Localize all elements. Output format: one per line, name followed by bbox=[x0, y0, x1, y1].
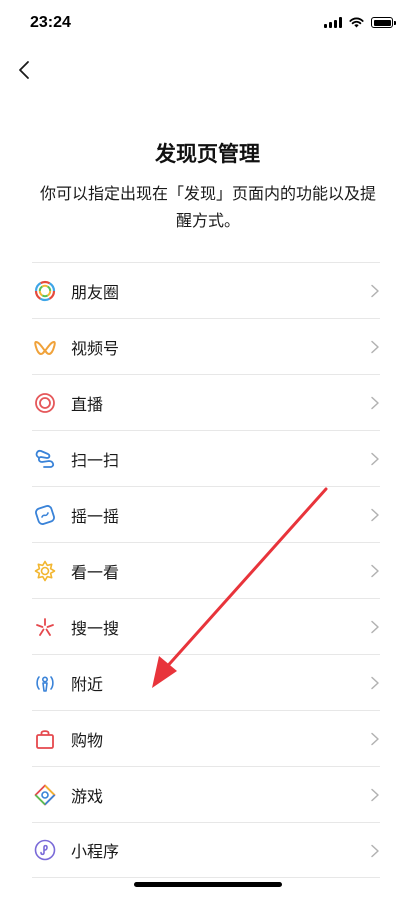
list-item-mini-programs[interactable]: 小程序 bbox=[32, 822, 380, 878]
list-item-label: 朋友圈 bbox=[71, 282, 120, 302]
list-item-moments[interactable]: 朋友圈 bbox=[32, 262, 380, 318]
search-icon bbox=[34, 616, 56, 638]
list-item-label: 搜一搜 bbox=[71, 618, 120, 638]
list-item-games[interactable]: 游戏 bbox=[32, 766, 380, 822]
list-item-channels[interactable]: 视频号 bbox=[32, 318, 380, 374]
list-item-top-stories[interactable]: 看一看 bbox=[32, 542, 380, 598]
list-item-search[interactable]: 搜一搜 bbox=[32, 598, 380, 654]
live-icon bbox=[34, 392, 56, 414]
games-icon bbox=[34, 784, 56, 806]
shake-icon bbox=[34, 504, 56, 526]
chevron-right-icon bbox=[371, 284, 379, 298]
list-item-label: 看一看 bbox=[71, 562, 120, 582]
home-indicator bbox=[134, 882, 282, 887]
list-item-shopping[interactable]: 购物 bbox=[32, 710, 380, 766]
chevron-right-icon bbox=[371, 396, 379, 410]
list-item-label: 视频号 bbox=[71, 338, 120, 358]
list-item-label: 附近 bbox=[71, 674, 104, 694]
list-item-nearby[interactable]: 附近 bbox=[32, 654, 380, 710]
chevron-right-icon bbox=[371, 732, 379, 746]
page-title: 发现页管理 bbox=[155, 142, 260, 166]
chevron-right-icon bbox=[371, 452, 379, 466]
channels-icon bbox=[34, 336, 56, 358]
back-chevron-icon[interactable] bbox=[12, 56, 38, 84]
chevron-right-icon bbox=[371, 844, 379, 858]
chevron-right-icon bbox=[371, 564, 379, 578]
list-item-scan[interactable]: 扫一扫 bbox=[32, 430, 380, 486]
list-item-label: 直播 bbox=[71, 394, 104, 414]
mini-programs-icon bbox=[34, 839, 56, 861]
status-icons bbox=[324, 17, 396, 28]
chevron-right-icon bbox=[371, 620, 379, 634]
chevron-right-icon bbox=[371, 676, 379, 690]
chevron-right-icon bbox=[371, 788, 379, 802]
scan-icon bbox=[34, 448, 56, 470]
page-description: 你可以指定出现在「发现」页面内的功能以及提醒方式。 bbox=[39, 184, 376, 230]
moments-icon bbox=[34, 280, 56, 302]
list-item-label: 购物 bbox=[71, 730, 104, 750]
chevron-right-icon bbox=[371, 340, 379, 354]
list-item-label: 小程序 bbox=[71, 842, 120, 861]
chevron-right-icon bbox=[371, 508, 379, 522]
status-time: 23:24 bbox=[30, 14, 71, 31]
list-item-label: 游戏 bbox=[71, 786, 104, 806]
discover-feature-list: 朋友圈 视频号 直播 扫一扫 摇一摇 看一看 搜一搜 附近 购物 游戏 小程序 bbox=[32, 262, 380, 878]
nearby-icon bbox=[34, 672, 56, 694]
list-item-label: 摇一摇 bbox=[71, 506, 120, 526]
cellular-signal-icon bbox=[324, 17, 342, 28]
shopping-icon bbox=[34, 728, 56, 750]
list-item-live[interactable]: 直播 bbox=[32, 374, 380, 430]
list-item-shake[interactable]: 摇一摇 bbox=[32, 486, 380, 542]
status-bar: 23:24 bbox=[0, 0, 415, 50]
top-stories-icon bbox=[34, 560, 56, 582]
wifi-icon bbox=[349, 17, 364, 28]
battery-icon bbox=[371, 17, 396, 28]
list-item-label: 扫一扫 bbox=[71, 450, 120, 470]
